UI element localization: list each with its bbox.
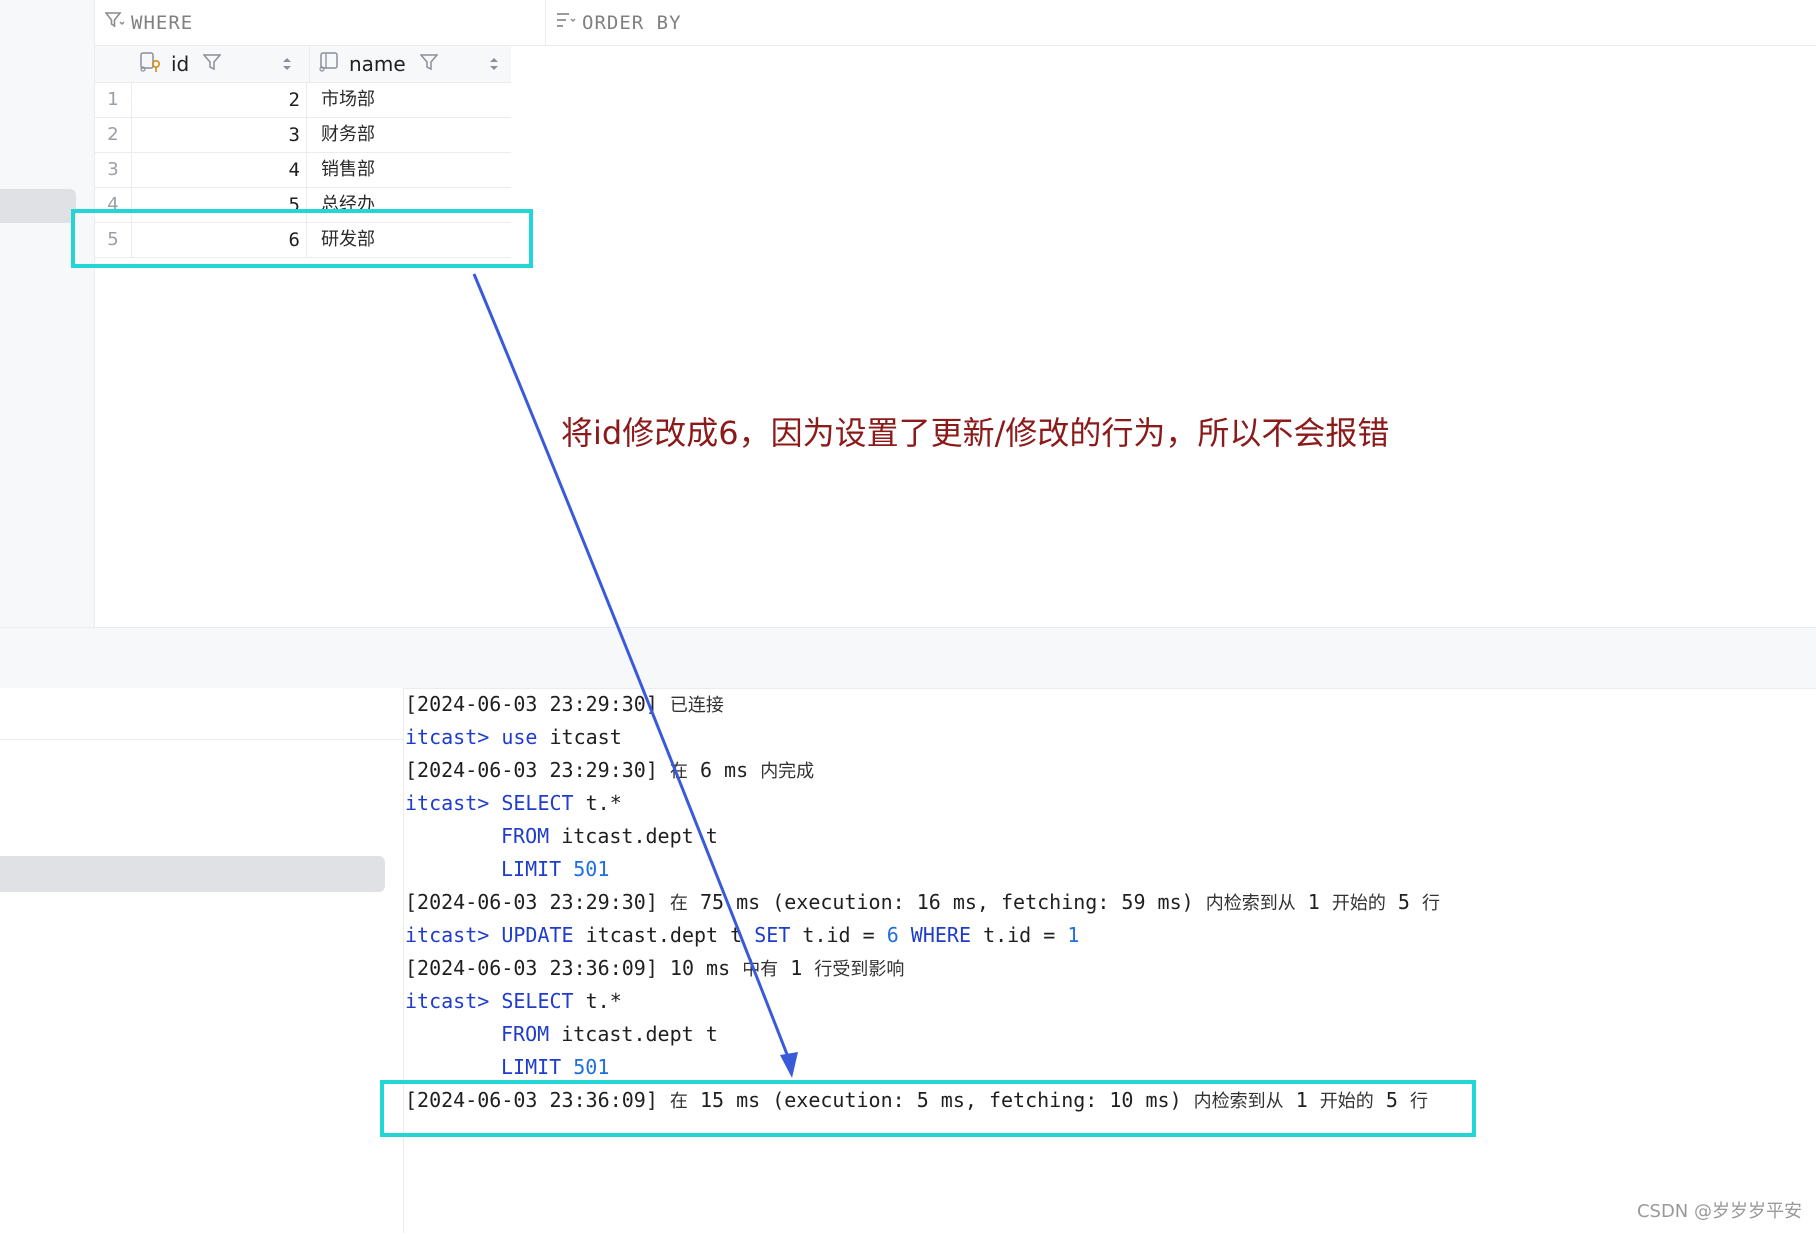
- log-line: [2024-06-03 23:29:30] 在 75 ms (execution…: [405, 890, 1440, 914]
- header-divider: [309, 46, 310, 82]
- column-name-name: name: [349, 52, 406, 76]
- orderby-filter[interactable]: ORDER BY: [546, 0, 682, 45]
- table-row[interactable]: 1 2 市场部: [95, 83, 511, 118]
- watermark: CSDN @岁岁岁平安: [1636, 1201, 1802, 1222]
- filter-bar: WHERE ORDER BY: [95, 0, 1816, 46]
- column-header-name[interactable]: name: [317, 46, 439, 82]
- cell-name[interactable]: 财务部: [313, 118, 511, 152]
- gutter-selected-marker: [0, 189, 76, 223]
- command-line: itcast> SELECT t.*: [405, 989, 622, 1013]
- table-row[interactable]: 3 4 销售部: [95, 153, 511, 188]
- log-line: [2024-06-03 23:29:30] 已连接: [405, 692, 724, 716]
- cell-id[interactable]: 4: [132, 153, 307, 187]
- left-tool-gutter: [0, 0, 95, 627]
- sort-icon[interactable]: [489, 46, 499, 82]
- command-line: LIMIT 501: [501, 857, 610, 881]
- cell-id[interactable]: 3: [132, 118, 307, 152]
- row-number: 2: [95, 118, 132, 152]
- command-line: FROM itcast.dept t: [501, 824, 718, 848]
- sort-lines-icon: [556, 11, 582, 34]
- log-line: [2024-06-03 23:36:09] 10 ms 中有 1 行受到影响: [405, 956, 905, 980]
- tree-selected-item[interactable]: [0, 856, 385, 892]
- column-icon: [317, 51, 341, 78]
- services-tree: [0, 688, 404, 1233]
- column-name-id: id: [171, 52, 190, 76]
- annotation-text: 将id修改成6，因为设置了更新/修改的行为，所以不会报错: [561, 414, 1390, 452]
- highlight-box-result-log: [380, 1080, 1476, 1137]
- row-number: 3: [95, 153, 132, 187]
- command-line: FROM itcast.dept t: [501, 1022, 718, 1046]
- panel-toolbar: [0, 627, 1816, 689]
- cell-name[interactable]: 市场部: [313, 83, 511, 117]
- row-number: 1: [95, 83, 132, 117]
- orderby-label: ORDER BY: [582, 11, 682, 34]
- log-line: [2024-06-03 23:29:30] 在 6 ms 内完成: [405, 758, 815, 782]
- highlight-box-updated-row: [71, 209, 533, 268]
- filter-icon: [104, 11, 131, 34]
- column-header-id[interactable]: id: [139, 46, 222, 82]
- column-filter-icon[interactable]: [202, 53, 222, 76]
- cell-id[interactable]: 2: [132, 83, 307, 117]
- cell-name[interactable]: 销售部: [313, 153, 511, 187]
- console-output[interactable]: [2024-06-03 23:29:30] 已连接 itcast> use it…: [405, 688, 1816, 1233]
- where-label: WHERE: [131, 11, 194, 34]
- command-line: itcast> UPDATE itcast.dept t SET t.id = …: [405, 923, 1080, 947]
- sort-icon[interactable]: [282, 46, 292, 82]
- column-filter-icon[interactable]: [419, 53, 439, 76]
- where-filter[interactable]: WHERE: [95, 0, 546, 45]
- table-row[interactable]: 2 3 财务部: [95, 118, 511, 153]
- tree-divider: [0, 739, 403, 740]
- command-line: itcast> use itcast: [405, 725, 622, 749]
- grid-header: id name: [95, 46, 511, 83]
- command-line: itcast> SELECT t.*: [405, 791, 622, 815]
- key-column-icon: [139, 51, 163, 78]
